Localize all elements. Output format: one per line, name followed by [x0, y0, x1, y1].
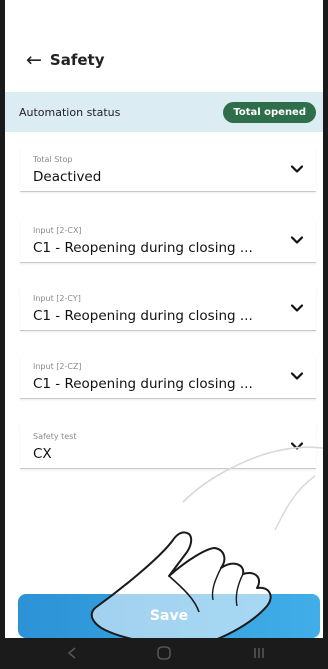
- header: ← Safety: [5, 40, 323, 80]
- chevron-down-icon: [290, 372, 304, 380]
- home-icon[interactable]: [156, 646, 172, 660]
- page-title: Safety: [49, 51, 105, 69]
- chevron-down-icon: [290, 236, 304, 244]
- field-label: Input [2-CY]: [33, 294, 81, 303]
- field-value: CX: [33, 446, 52, 462]
- phone-frame: ← Safety Automation status Total opened …: [0, 0, 328, 669]
- save-button-label: Save: [149, 608, 189, 624]
- system-navigation-bar: [0, 638, 328, 669]
- field-label: Total Stop: [33, 155, 73, 164]
- automation-status-label: Automation status: [19, 105, 121, 119]
- field-label: Input [2-CX]: [33, 226, 82, 235]
- field-label: Input [2-CZ]: [33, 362, 82, 371]
- safety-test-dropdown[interactable]: Safety test CX: [20, 424, 316, 469]
- input-2-cy-dropdown[interactable]: Input [2-CY] C1 - Reopening during closi…: [20, 286, 316, 331]
- automation-status-bar: Automation status Total opened: [5, 92, 323, 132]
- field-value: Deactived: [33, 169, 102, 185]
- input-2-cx-dropdown[interactable]: Input [2-CX] C1 - Reopening during closi…: [20, 218, 316, 263]
- chevron-down-icon: [290, 442, 304, 450]
- field-value: C1 - Reopening during closing ...: [33, 308, 253, 324]
- safety-screen: ← Safety Automation status Total opened …: [5, 0, 323, 638]
- back-arrow-icon[interactable]: ←: [26, 50, 42, 70]
- chevron-down-icon: [290, 165, 304, 173]
- chevron-down-icon: [290, 304, 304, 312]
- total-stop-dropdown[interactable]: Total Stop Deactived: [20, 147, 316, 192]
- status-badge: Total opened: [223, 101, 316, 123]
- recents-icon[interactable]: [252, 646, 266, 660]
- field-value: C1 - Reopening during closing ...: [33, 376, 253, 392]
- field-label: Safety test: [33, 432, 77, 441]
- field-value: C1 - Reopening during closing ...: [33, 240, 253, 256]
- input-2-cz-dropdown[interactable]: Input [2-CZ] C1 - Reopening during closi…: [20, 354, 316, 399]
- back-icon[interactable]: [65, 646, 79, 660]
- save-button[interactable]: Save: [18, 594, 320, 638]
